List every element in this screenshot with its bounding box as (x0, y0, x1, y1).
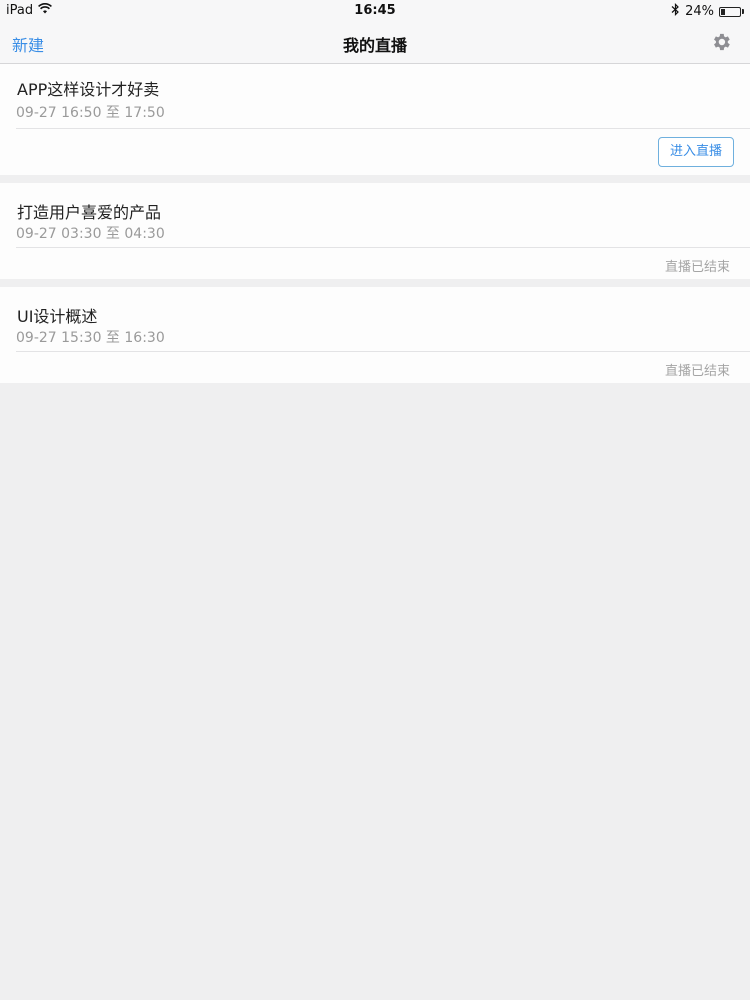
stream-title: 打造用户喜爱的产品 (17, 203, 162, 222)
page-title: 我的直播 (342, 36, 407, 55)
enter-live-button[interactable]: 进入直播 (658, 137, 734, 167)
gear-icon[interactable] (710, 31, 732, 53)
card-divider (16, 247, 750, 248)
stream-card: APP这样设计才好卖 09-27 16:50 至 17:50 进入直播 (0, 64, 750, 175)
stream-title: UI设计概述 (17, 307, 98, 326)
battery-tip (742, 9, 744, 14)
stream-time: 09-27 15:30 至 16:30 (16, 330, 165, 346)
stream-ended-label: 直播已结束 (664, 364, 730, 379)
stream-list: APP这样设计才好卖 09-27 16:50 至 17:50 进入直播 打造用户… (0, 64, 750, 383)
stream-time: 09-27 16:50 至 17:50 (16, 105, 165, 121)
battery-percent: 24% (685, 4, 714, 19)
battery-icon (719, 6, 741, 17)
stream-card: UI设计概述 09-27 15:30 至 16:30 直播已结束 (0, 287, 750, 383)
stream-ended-label: 直播已结束 (664, 260, 730, 275)
navigation-bar: 新建 我的直播 (0, 22, 750, 64)
status-time: 16:45 (354, 3, 396, 18)
bluetooth-icon (671, 3, 680, 20)
battery-level-fill (721, 8, 726, 15)
stream-card: 打造用户喜爱的产品 09-27 03:30 至 04:30 直播已结束 (0, 183, 750, 279)
stream-time: 09-27 03:30 至 04:30 (16, 226, 165, 242)
card-divider (16, 128, 750, 129)
card-divider (16, 351, 750, 352)
status-right: 24% (671, 3, 744, 20)
stream-title: APP这样设计才好卖 (17, 80, 160, 99)
status-bar: iPad 16:45 24% (0, 0, 750, 22)
